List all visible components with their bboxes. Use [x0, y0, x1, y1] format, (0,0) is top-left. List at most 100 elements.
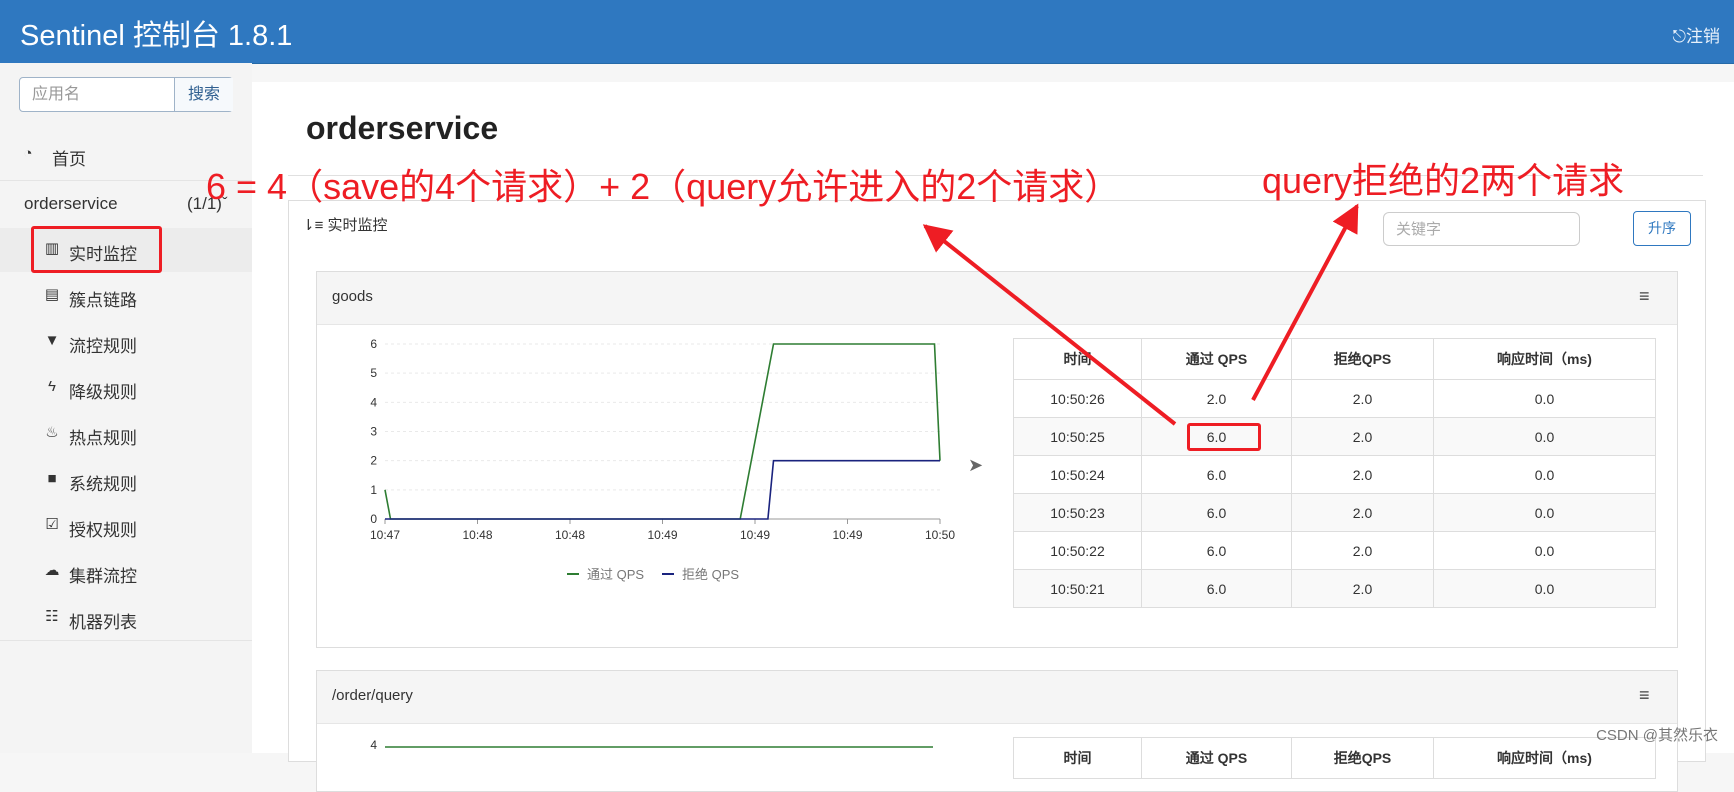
table-cell: 0.0: [1433, 455, 1656, 494]
table-cell: 10:50:23: [1013, 493, 1142, 532]
x-tick-label: 10:48: [555, 528, 585, 542]
cloud-icon: ☁: [44, 562, 60, 579]
sidebar-item-machine-list[interactable]: ☷ 机器列表: [0, 596, 252, 640]
table-cell: 2.0: [1141, 379, 1292, 418]
qps-table: 时间 通过 QPS 拒绝QPS 响应时间（ms) 10:50:26 2.0 2.0 0…: [1013, 338, 1656, 608]
sidebar-item-label: 簇点链路: [69, 291, 137, 310]
table-cell: 2.0: [1291, 493, 1434, 532]
y-tick-label: 5: [370, 366, 377, 380]
list-icon: ▤: [44, 286, 60, 303]
y-tick-label: 4: [370, 395, 377, 409]
menu-icon[interactable]: ≡: [1639, 686, 1657, 704]
table-row: 10:50:21 6.0 2.0 0.0: [1013, 569, 1656, 608]
y-tick-label: 6: [370, 337, 377, 351]
y-tick-label: 1: [370, 483, 377, 497]
nav-home-label: 首页: [52, 150, 86, 169]
sidebar-item-label: 机器列表: [69, 613, 137, 632]
y-tick-label: 0: [370, 512, 377, 526]
x-tick-label: 10:49: [832, 528, 862, 542]
table-cell: 2.0: [1291, 455, 1434, 494]
sidebar-item-hotspot-rules[interactable]: ♨ 热点规则: [0, 412, 252, 456]
resource-card-goods: goods ≡ 0 1 2 3 4 5 6 10:47 10:48 10:48 10:49 10:49…: [316, 271, 1678, 648]
mouse-cursor-icon: ➤: [968, 455, 984, 475]
sidebar-item-label: 降级规则: [69, 383, 137, 402]
y-tick-label: 2: [370, 454, 377, 468]
app-name[interactable]: orderservice: [24, 194, 118, 214]
table-cell: 10:50:21: [1013, 569, 1142, 608]
filter-icon: ▼: [44, 332, 60, 349]
table-cell: 6.0: [1141, 569, 1292, 608]
sort-icon: ⇂≡: [302, 217, 324, 234]
x-tick-label: 10:48: [462, 528, 492, 542]
sign-out-icon: ⎋: [1672, 27, 1686, 46]
table-header-row: 时间 通过 QPS 拒绝QPS 响应时间（ms): [1013, 338, 1656, 380]
table-cell: 10:50:25: [1013, 417, 1142, 456]
app-search-input[interactable]: [20, 78, 173, 111]
table-cell: 10:50:26: [1013, 379, 1142, 418]
divider: [0, 640, 252, 641]
sort-ascending-button[interactable]: 升序: [1633, 211, 1691, 246]
col-time: 时间: [1013, 737, 1142, 779]
y-tick-label: 3: [370, 425, 377, 439]
resource-name: /order/query: [332, 687, 413, 704]
watermark: CSDN @其然乐衣: [1596, 727, 1718, 744]
logout-link[interactable]: ⎋注销: [1673, 22, 1720, 47]
table-header-row: 时间 通过 QPS 拒绝QPS 响应时间（ms): [1013, 737, 1656, 779]
x-tick-label: 10:49: [647, 528, 677, 542]
table-cell: 0.0: [1433, 417, 1656, 456]
annotation-left: 6 = 4（save的4个请求）+ 2（query允许进入的2个请求）: [206, 166, 1121, 207]
brand-title: Sentinel 控制台 1.8.1: [20, 20, 293, 52]
table-cell: 6.0: [1141, 455, 1292, 494]
table-cell: 2.0: [1291, 379, 1434, 418]
app-search: 搜索: [19, 77, 233, 112]
sidebar-item-degrade-rules[interactable]: ϟ 降级规则: [0, 366, 252, 410]
sidebar-item-label: 集群流控: [69, 567, 137, 586]
highlight-box-sidebar: [31, 226, 162, 273]
table-cell: 2.0: [1291, 569, 1434, 608]
legend-label: 拒绝 QPS: [682, 567, 739, 582]
bolt-icon: ϟ: [48, 378, 56, 395]
col-block-qps: 拒绝QPS: [1291, 338, 1434, 380]
table-cell: 0.0: [1433, 531, 1656, 570]
check-icon: ☑: [45, 516, 59, 533]
legend-label: 通过 QPS: [587, 567, 644, 582]
sidebar-item-label: 授权规则: [69, 521, 137, 540]
sidebar-item-cluster-flow[interactable]: ☁ 集群流控: [0, 550, 252, 594]
resource-name: goods: [332, 288, 373, 305]
table-cell: 2.0: [1291, 417, 1434, 456]
col-time: 时间: [1013, 338, 1142, 380]
table-cell: 6.0: [1141, 493, 1292, 532]
sidebar-item-auth-rules[interactable]: ☑ 授权规则: [0, 504, 252, 548]
search-button[interactable]: 搜索: [174, 78, 233, 111]
table-row: 10:50:25 6.0 2.0 0.0: [1013, 417, 1656, 456]
qps-line-chart-2: 4: [370, 738, 933, 752]
table-row: 10:50:24 6.0 2.0 0.0: [1013, 455, 1656, 494]
annotation-right: query拒绝的2两个请求: [1262, 160, 1625, 201]
x-tick-label: 10:49: [740, 528, 770, 542]
card-header: /order/query ≡: [317, 671, 1677, 724]
x-tick-label: 10:47: [370, 528, 400, 542]
fire-icon: ♨: [45, 424, 59, 441]
th-list-icon: ☷: [45, 608, 59, 625]
resource-card-order-query: /order/query ≡ 4 时间 通过 QPS 拒绝QPS 响应时间（ms…: [316, 670, 1678, 792]
y-tick-label: 4: [370, 738, 377, 752]
table-cell: 6.0: [1141, 531, 1292, 570]
col-pass-qps: 通过 QPS: [1141, 737, 1292, 779]
logout-label: 注销: [1686, 27, 1720, 46]
sidebar-item-label: 流控规则: [69, 337, 137, 356]
panel-title: 实时监控: [327, 217, 388, 234]
table-row: 10:50:22 6.0 2.0 0.0: [1013, 531, 1656, 570]
sidebar-item-flow-rules[interactable]: ▼ 流控规则: [0, 320, 252, 364]
sidebar-item-label: 热点规则: [69, 429, 137, 448]
panel-heading: ⇂≡ 实时监控: [302, 214, 388, 235]
table-cell: 0.0: [1433, 569, 1656, 608]
table-cell: 0.0: [1433, 493, 1656, 532]
sidebar-item-system-rules[interactable]: ■ 系统规则: [0, 458, 252, 502]
col-pass-qps: 通过 QPS: [1141, 338, 1292, 380]
table-row: 10:50:26 2.0 2.0 0.0: [1013, 379, 1656, 418]
sidebar-item-cluster-link[interactable]: ▤ 簇点链路: [0, 274, 252, 318]
page-title: orderservice: [306, 110, 499, 146]
dashboard-icon: ◔: [23, 145, 33, 162]
keyword-search-input[interactable]: [1383, 212, 1580, 246]
menu-icon[interactable]: ≡: [1639, 287, 1657, 305]
